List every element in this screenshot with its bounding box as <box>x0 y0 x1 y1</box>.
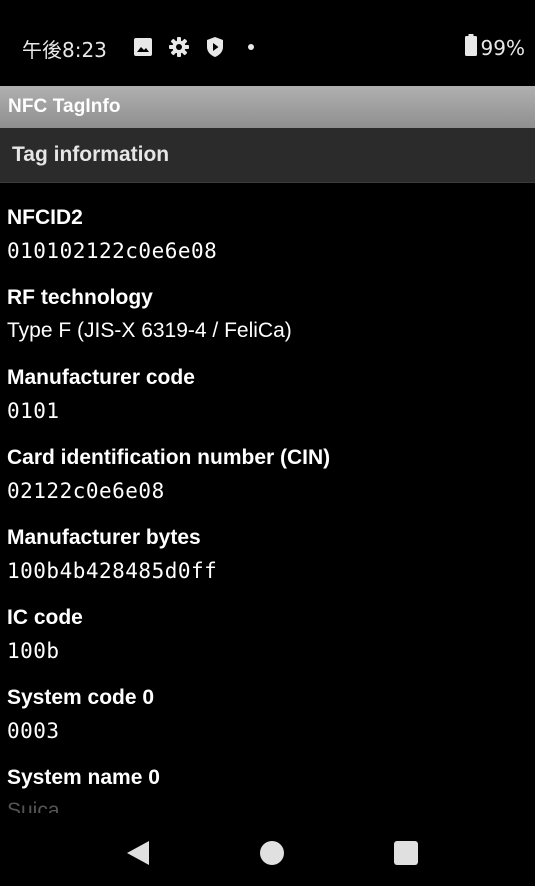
back-icon[interactable] <box>124 839 152 867</box>
field-manufacturer-bytes: Manufacturer bytes 100b4b428485d0ff <box>7 525 217 585</box>
field-rf-technology: RF technology Type F (JIS-X 6319-4 / Fel… <box>7 285 292 345</box>
field-label: NFCID2 <box>7 206 83 229</box>
status-bar: 午後8:23 99% <box>0 0 535 86</box>
app-bar: NFC TagInfo <box>0 86 535 128</box>
battery-level: 99% <box>480 35 525 60</box>
field-label: Manufacturer bytes <box>7 526 201 549</box>
field-label: IC code <box>7 606 83 629</box>
field-label: Card identification number (CIN) <box>7 446 331 469</box>
home-icon[interactable] <box>258 839 286 867</box>
status-battery: 99% <box>464 34 525 61</box>
field-value: 100b <box>7 639 60 663</box>
field-nfcid2: NFCID2 010102122c0e6e08 <box>7 205 217 265</box>
recents-icon[interactable] <box>392 839 420 867</box>
section-title: Tag information <box>12 143 170 166</box>
field-cin: Card identification number (CIN) 02122c0… <box>7 445 330 505</box>
app-title: NFC TagInfo <box>8 96 121 117</box>
tag-info-list[interactable]: NFCID2 010102122c0e6e08 RF technology Ty… <box>0 183 535 813</box>
field-label: System name 0 <box>7 766 160 789</box>
nav-bar <box>0 813 535 886</box>
field-value: 0101 <box>7 399 60 423</box>
battery-icon <box>464 34 477 61</box>
field-ic-code: IC code 100b <box>7 605 83 665</box>
field-label: RF technology <box>7 286 153 309</box>
field-system-code-0: System code 0 0003 <box>7 685 154 745</box>
dot-icon <box>240 36 262 58</box>
field-label: System code 0 <box>7 686 155 709</box>
image-icon <box>132 36 154 58</box>
field-label: Manufacturer code <box>7 366 195 389</box>
field-value: 010102122c0e6e08 <box>7 239 218 263</box>
section-header: Tag information <box>0 128 535 183</box>
gear-icon <box>168 36 190 58</box>
field-value: Suica <box>7 799 60 813</box>
shield-icon <box>204 36 226 58</box>
field-value: 100b4b428485d0ff <box>7 559 218 583</box>
field-system-name-0: System name 0 Suica <box>7 765 160 813</box>
field-manufacturer-code: Manufacturer code 0101 <box>7 365 195 425</box>
status-time: 午後8:23 <box>22 38 107 62</box>
status-icons <box>132 36 262 58</box>
field-value: 02122c0e6e08 <box>7 479 165 503</box>
field-value: Type F (JIS-X 6319-4 / FeliCa) <box>7 319 292 342</box>
field-value: 0003 <box>7 719 60 743</box>
